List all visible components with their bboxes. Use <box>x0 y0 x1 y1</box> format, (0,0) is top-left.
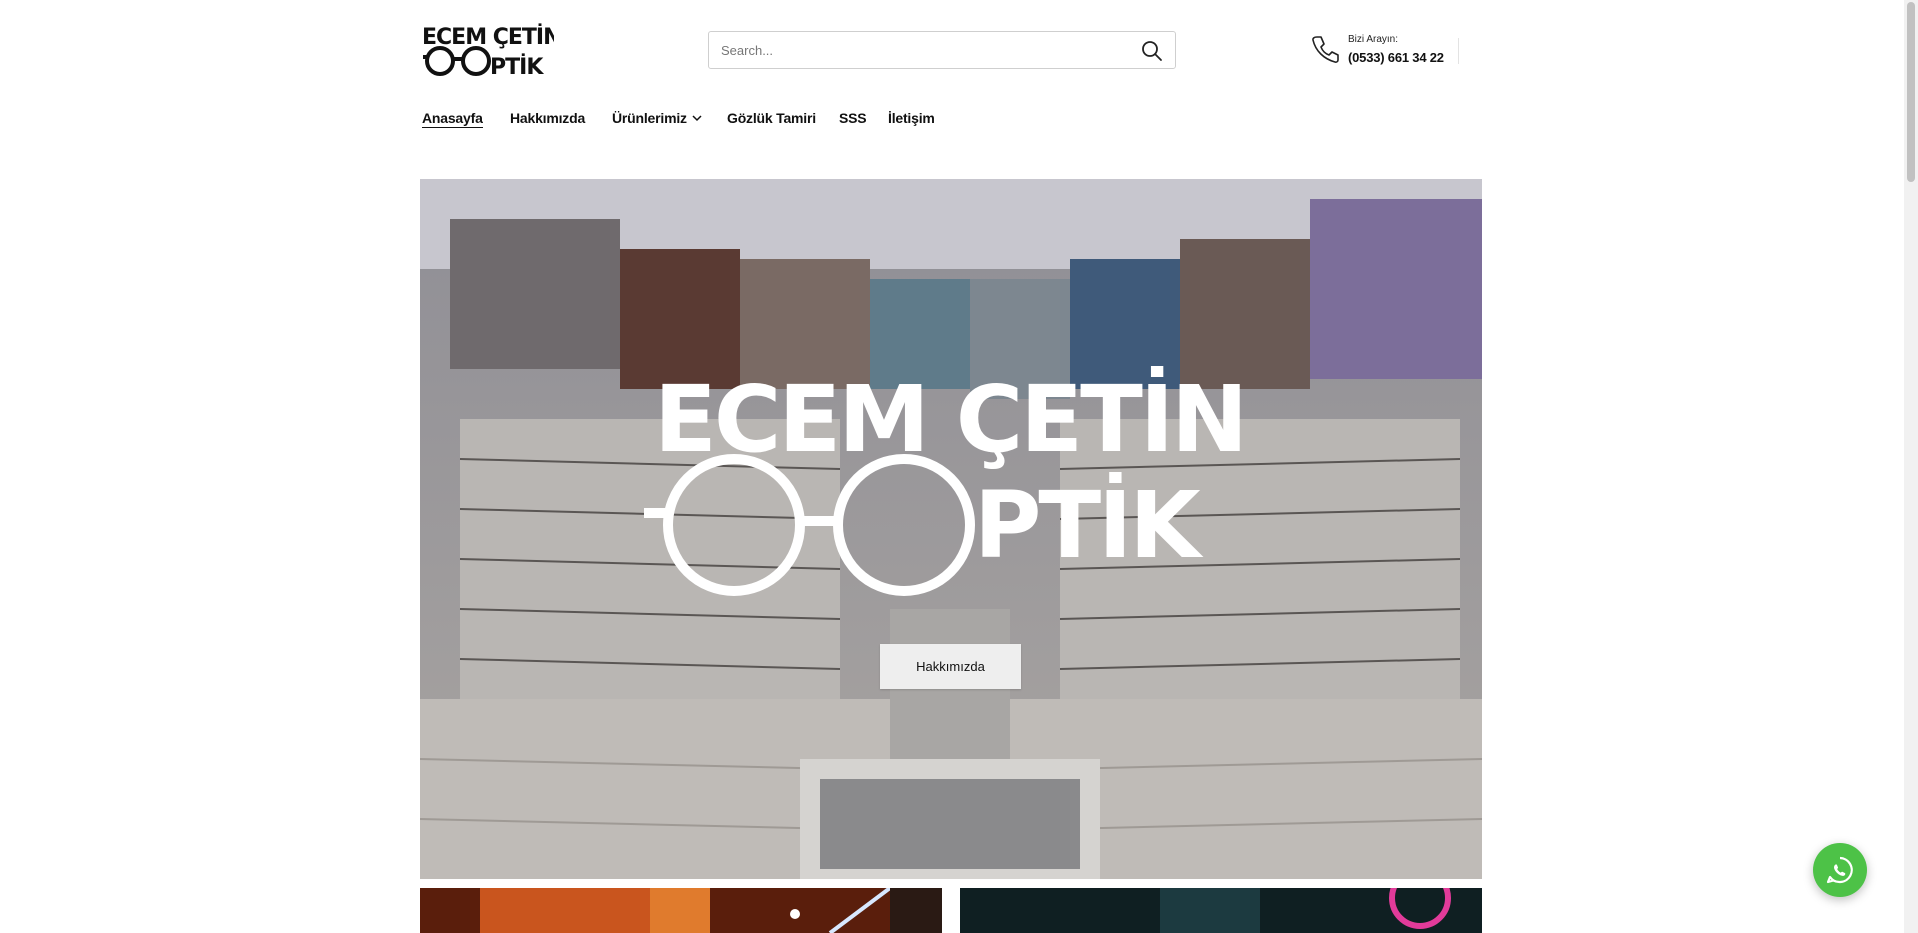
hero-about-button[interactable]: Hakkımızda <box>880 644 1021 689</box>
promo-image-left <box>420 888 942 933</box>
phone-icon <box>1312 36 1339 63</box>
scrollbar-thumb[interactable] <box>1907 2 1915 182</box>
divider <box>1458 38 1459 64</box>
nav-item-gozluk-tamiri[interactable]: Gözlük Tamiri <box>727 110 816 126</box>
site-logo[interactable]: ECEM ÇETİN PTİK <box>420 22 554 78</box>
page-scrollbar[interactable] <box>1904 0 1918 933</box>
search-icon[interactable] <box>1141 40 1163 62</box>
nav-item-sss[interactable]: SSS <box>839 110 867 126</box>
promo-image-right <box>960 888 1482 933</box>
promo-tile-right[interactable] <box>960 888 1482 933</box>
svg-text:PTİK: PTİK <box>974 470 1204 579</box>
whatsapp-button[interactable] <box>1813 843 1867 897</box>
chevron-down-icon <box>692 115 702 122</box>
nav-item-hakkimizda[interactable]: Hakkımızda <box>510 110 585 126</box>
search-box <box>708 31 1176 69</box>
nav-item-anasayfa[interactable]: Anasayfa <box>422 110 483 128</box>
nav-item-label: Ürünlerimiz <box>612 110 687 126</box>
hero-banner: ECEM ÇETİN PTİK Hakkımızda <box>420 179 1482 879</box>
svg-text:PTİK: PTİK <box>490 54 544 78</box>
nav-item-urunlerimiz[interactable]: Ürünlerimiz <box>612 110 702 126</box>
phone-number[interactable]: (0533) 661 34 22 <box>1348 50 1444 65</box>
hero-logo: ECEM ÇETİN PTİK <box>644 364 1248 596</box>
whatsapp-icon <box>1826 856 1853 884</box>
promo-tile-left[interactable] <box>420 888 942 933</box>
nav-item-iletisim[interactable]: İletişim <box>888 110 935 126</box>
svg-text:ECEM ÇETİN: ECEM ÇETİN <box>422 24 554 50</box>
call-label: Bizi Arayın: <box>1348 34 1399 45</box>
search-input[interactable] <box>721 32 1121 68</box>
